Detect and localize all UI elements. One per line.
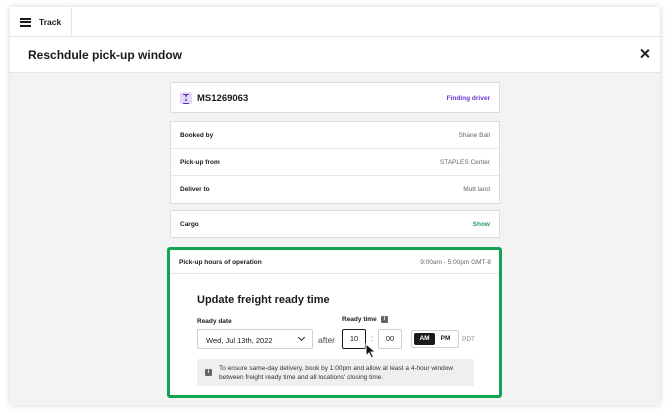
- ready-date-label: Ready date: [197, 318, 232, 325]
- hamburger-icon[interactable]: [20, 17, 31, 27]
- menu-button[interactable]: Track: [10, 7, 72, 37]
- detail-row-deliver-to: Deliver to Mutt land: [171, 176, 499, 203]
- detail-row-booked-by: Booked by Shane Ball: [171, 122, 499, 149]
- minute-input[interactable]: 00: [378, 329, 402, 349]
- cargo-row: Cargo Show: [171, 211, 499, 237]
- ready-date-select[interactable]: Wed, Jul 13th, 2022: [197, 329, 313, 349]
- detail-value: Shane Ball: [458, 132, 490, 139]
- info-icon[interactable]: i: [381, 316, 388, 323]
- delivery-note-text: To ensure same-day delivery, book by 1:0…: [219, 365, 454, 381]
- time-separator: :: [371, 334, 374, 343]
- detail-label: Booked by: [180, 132, 214, 139]
- pm-option[interactable]: PM: [435, 333, 456, 345]
- delivery-note: i To ensure same-day delivery, book by 1…: [197, 359, 474, 386]
- cargo-card: Cargo Show: [170, 210, 500, 238]
- modal-header: Reschdule pick-up window: [10, 37, 660, 73]
- hours-label: Pick-up hours of operation: [179, 259, 262, 266]
- ready-time-label: Ready time: [342, 316, 377, 323]
- shipment-card: MS1269063 Finding driver: [170, 82, 500, 113]
- shipment-details-card: Booked by Shane Ball Pick-up from STAPLE…: [170, 121, 500, 204]
- detail-value: Mutt land: [463, 186, 490, 193]
- close-icon[interactable]: [638, 47, 652, 61]
- detail-label: Deliver to: [180, 186, 210, 193]
- hours-value: 9:00am - 5:00pm GMT-8: [420, 259, 491, 266]
- chevron-down-icon: [297, 333, 306, 342]
- info-icon: i: [205, 369, 212, 376]
- cargo-show-link[interactable]: Show: [473, 221, 490, 228]
- ready-date-value: Wed, Jul 13th, 2022: [206, 336, 273, 345]
- detail-value: STAPLES Center: [439, 159, 490, 166]
- hourglass-icon: [180, 92, 192, 104]
- after-text: after: [318, 335, 336, 345]
- hour-input[interactable]: 10: [342, 329, 366, 349]
- cargo-label: Cargo: [180, 221, 199, 228]
- shipment-id: MS1269063: [197, 93, 249, 104]
- modal-title: Reschdule pick-up window: [28, 48, 183, 62]
- shipment-status: Finding driver: [446, 95, 490, 102]
- mouse-pointer-icon: [365, 343, 377, 359]
- timezone-label: PDT: [462, 336, 475, 343]
- detail-label: Pick-up from: [180, 159, 220, 166]
- am-pm-toggle[interactable]: AM PM: [411, 330, 459, 348]
- top-bar: Track: [10, 7, 660, 37]
- detail-row-pick-up-from: Pick-up from STAPLES Center: [171, 149, 499, 176]
- track-label: Track: [39, 17, 62, 27]
- app-window: Track Reschdule pick-up window MS1269063…: [10, 7, 660, 405]
- hours-row: Pick-up hours of operation 9:00am - 5:00…: [170, 250, 499, 274]
- am-option[interactable]: AM: [414, 333, 435, 345]
- update-title: Update freight ready time: [197, 294, 330, 306]
- pickup-hours-card: Pick-up hours of operation 9:00am - 5:00…: [167, 247, 502, 398]
